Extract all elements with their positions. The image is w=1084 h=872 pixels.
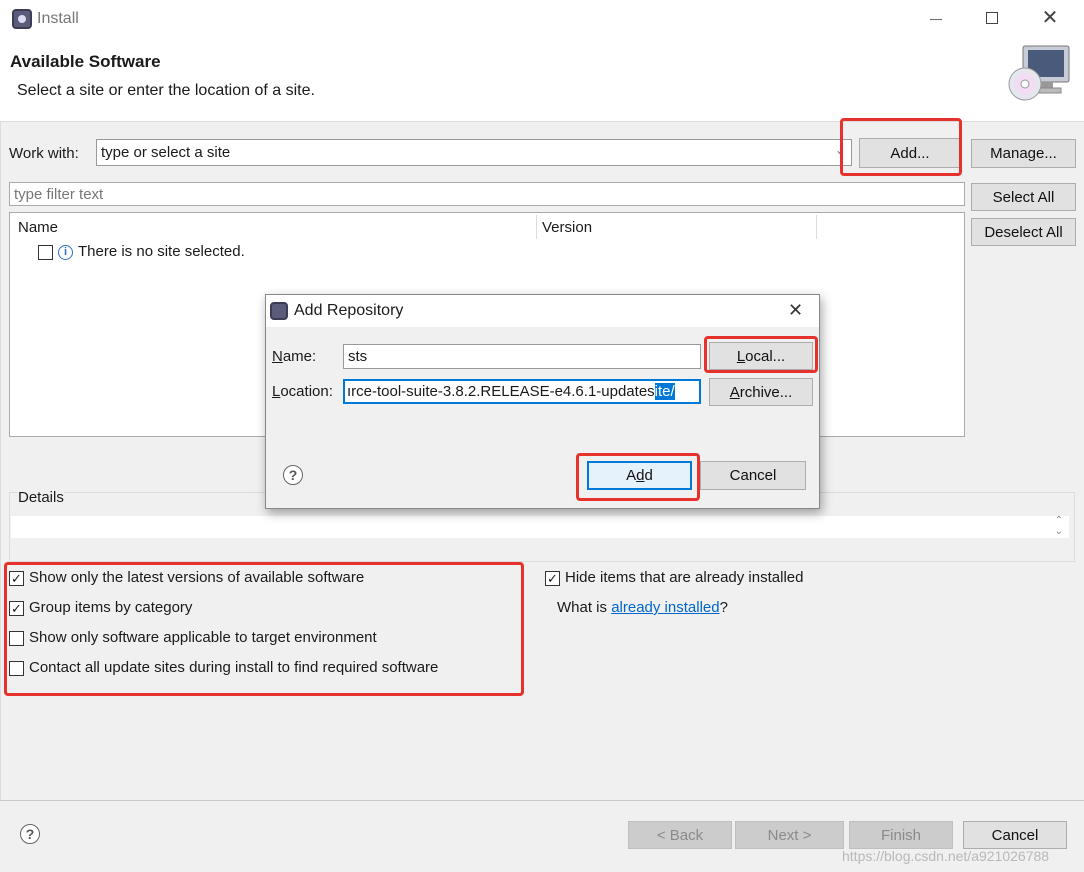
help-icon[interactable]: ? xyxy=(20,824,40,844)
back-button[interactable]: < Back xyxy=(628,821,732,849)
deselect-all-button[interactable]: Deselect All xyxy=(971,218,1076,246)
title-bar: Install ✕ xyxy=(0,0,1084,40)
maximize-icon[interactable] xyxy=(986,12,998,24)
details-text: ⌃ ⌄ xyxy=(11,515,1069,538)
help-icon[interactable]: ? xyxy=(283,465,303,485)
location-label: Location: xyxy=(272,383,333,400)
close-icon[interactable]: ✕ xyxy=(1040,8,1060,28)
highlight-add-site xyxy=(840,118,962,176)
what-is-installed: What is already installed? xyxy=(557,599,957,616)
column-divider xyxy=(536,215,537,239)
table-row[interactable]: i There is no site selected. xyxy=(38,243,538,265)
location-field[interactable]: ırce-tool-suite-3.8.2.RELEASE-e4.6.1-upd… xyxy=(343,379,701,404)
archive-button[interactable]: Archive... xyxy=(709,378,813,406)
page-title: Available Software xyxy=(10,52,161,71)
name-field[interactable]: sts xyxy=(343,344,701,369)
row-name: There is no site selected. xyxy=(78,243,245,260)
dialog-title-bar: Add Repository ✕ xyxy=(266,295,819,327)
already-installed-link[interactable]: already installed xyxy=(611,599,719,616)
manage-button[interactable]: Manage... xyxy=(971,139,1076,168)
next-button[interactable]: Next > xyxy=(735,821,844,849)
watermark: https://blog.csdn.net/a921026788 xyxy=(842,848,1050,864)
what-is-suffix: ? xyxy=(719,599,728,616)
work-with-combo[interactable]: type or select a site ⌄ xyxy=(96,139,852,166)
highlight-local xyxy=(704,336,818,373)
highlight-options xyxy=(4,562,524,696)
window-title: Install xyxy=(37,10,79,27)
page-description: Select a site or enter the location of a… xyxy=(17,82,315,99)
row-checkbox[interactable] xyxy=(38,245,53,260)
info-icon: i xyxy=(58,245,73,260)
add-repository-dialog: Add Repository ✕ Name: sts Local... Loca… xyxy=(265,294,820,509)
dialog-cancel-button[interactable]: Cancel xyxy=(700,461,806,490)
name-label: Name: xyxy=(272,348,317,365)
dialog-title: Add Repository xyxy=(294,302,404,319)
select-all-button[interactable]: Select All xyxy=(971,183,1076,211)
eclipse-app-icon xyxy=(12,9,32,29)
highlight-dialog-add xyxy=(576,453,700,501)
option-checkbox[interactable]: ✓ xyxy=(545,571,560,586)
column-header-version[interactable]: Version xyxy=(542,219,592,236)
location-text: ırce-tool-suite-3.8.2.RELEASE-e4.6.1-upd… xyxy=(347,383,655,400)
finish-button[interactable]: Finish xyxy=(849,821,953,849)
option-label: Hide items that are already installed xyxy=(565,569,804,586)
scroll-arrows-icon[interactable]: ⌃ ⌄ xyxy=(1055,515,1063,537)
minimize-icon[interactable] xyxy=(930,19,942,20)
dialog-close-icon[interactable]: ✕ xyxy=(788,300,803,321)
what-is-prefix: What is xyxy=(557,599,612,616)
cancel-button[interactable]: Cancel xyxy=(963,821,1067,849)
option-hide-installed[interactable]: ✓ Hide items that are already installed xyxy=(545,569,945,589)
details-label: Details xyxy=(18,489,64,506)
column-divider xyxy=(816,215,817,239)
monitor-cd-icon xyxy=(1005,44,1075,104)
location-selected-text: ite/ xyxy=(654,383,675,400)
eclipse-app-icon xyxy=(270,302,288,320)
column-header-name[interactable]: Name xyxy=(18,219,58,236)
work-with-label: Work with: xyxy=(9,145,79,162)
wizard-footer: ? < Back Next > Finish Cancel https://bl… xyxy=(0,800,1084,872)
work-with-value: type or select a site xyxy=(101,144,231,161)
wizard-header: Available Software Select a site or ente… xyxy=(0,40,1084,122)
filter-input[interactable]: type filter text xyxy=(9,182,965,206)
